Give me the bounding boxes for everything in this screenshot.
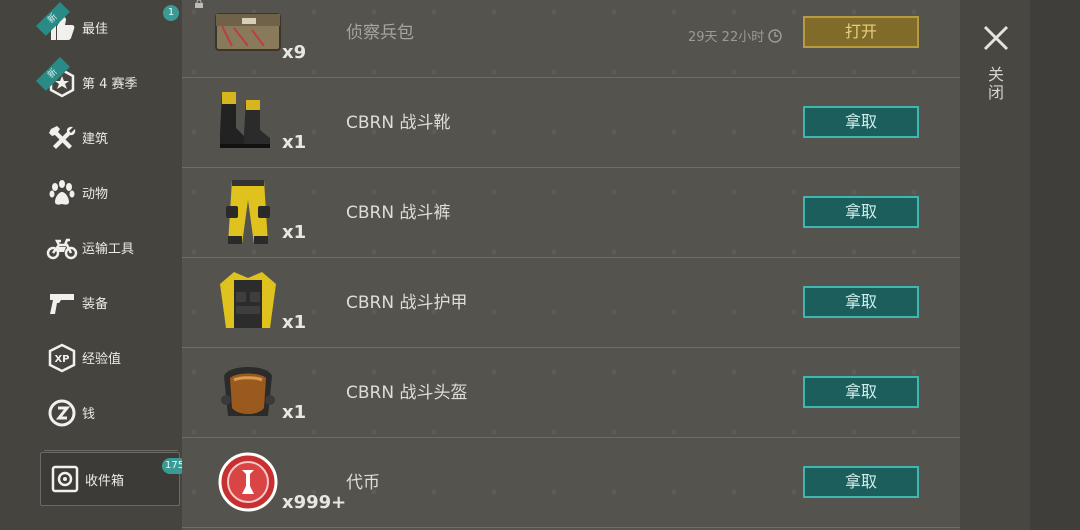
sidebar-item-label: 经验值 bbox=[82, 352, 122, 367]
list-item: x1 CBRN 战斗裤 拿取 bbox=[182, 168, 960, 258]
pants-icon bbox=[212, 176, 284, 248]
category-sidebar: 最佳 新 1 第 4 赛季 新 建筑 动物 运输工具 装备 XP 经验值 钱 收… bbox=[0, 0, 188, 530]
clock-icon bbox=[768, 28, 782, 43]
sidebar-item-inbox[interactable]: 收件箱 bbox=[40, 452, 180, 506]
motorcycle-icon bbox=[46, 232, 78, 264]
inbox-list: x9 侦察兵包 29天 22小时 打开 x1 CBRN 战斗靴 拿取 x1 CB… bbox=[182, 0, 960, 530]
paw-icon bbox=[46, 177, 78, 209]
item-quantity: x1 bbox=[282, 132, 307, 153]
item-quantity: x1 bbox=[282, 312, 307, 333]
take-button[interactable]: 拿取 bbox=[803, 466, 919, 498]
close-label[interactable]: 关闭 bbox=[984, 66, 1006, 102]
sidebar-item-xp[interactable]: XP 经验值 bbox=[0, 330, 182, 385]
take-button[interactable]: 拿取 bbox=[803, 376, 919, 408]
take-button[interactable]: 拿取 bbox=[803, 196, 919, 228]
item-name: CBRN 战斗靴 bbox=[346, 113, 451, 133]
sidebar-item-money[interactable]: 钱 bbox=[0, 385, 182, 440]
armor-vest-icon bbox=[212, 266, 284, 338]
boots-icon bbox=[212, 86, 284, 158]
sidebar-item-vehicles[interactable]: 运输工具 bbox=[0, 220, 182, 275]
take-button[interactable]: 拿取 bbox=[803, 106, 919, 138]
sidebar-item-label: 建筑 bbox=[82, 132, 109, 147]
token-cap-icon bbox=[212, 446, 284, 518]
coin-icon bbox=[46, 397, 78, 429]
list-item: x9 侦察兵包 29天 22小时 打开 bbox=[182, 0, 960, 78]
list-item: x1 CBRN 战斗护甲 拿取 bbox=[182, 258, 960, 348]
lock-icon bbox=[195, 0, 203, 8]
item-name: 代币 bbox=[346, 473, 380, 493]
sidebar-item-label: 钱 bbox=[82, 407, 96, 422]
sidebar-divider bbox=[44, 450, 178, 451]
item-quantity: x1 bbox=[282, 222, 307, 243]
notification-badge: 1 bbox=[163, 5, 179, 21]
open-button[interactable]: 打开 bbox=[803, 16, 919, 48]
sidebar-item-label: 运输工具 bbox=[82, 242, 135, 257]
close-icon[interactable] bbox=[982, 24, 1010, 52]
sidebar-item-label: 最佳 bbox=[82, 22, 109, 37]
sidebar-item-label: 收件箱 bbox=[85, 473, 125, 489]
pistol-icon bbox=[46, 287, 78, 319]
item-quantity: x999+ bbox=[282, 492, 347, 513]
sidebar-item-equipment[interactable]: 装备 bbox=[0, 275, 182, 330]
item-name: CBRN 战斗护甲 bbox=[346, 293, 468, 313]
close-panel[interactable]: 关闭 bbox=[960, 0, 1030, 530]
sidebar-item-animals[interactable]: 动物 bbox=[0, 165, 182, 220]
item-name: 侦察兵包 bbox=[346, 23, 414, 43]
list-item: x1 CBRN 战斗靴 拿取 bbox=[182, 78, 960, 168]
item-quantity: x1 bbox=[282, 402, 307, 423]
list-item: x1 CBRN 战斗头盔 拿取 bbox=[182, 348, 960, 438]
item-quantity: x9 bbox=[282, 42, 307, 63]
take-button[interactable]: 拿取 bbox=[803, 286, 919, 318]
svg-text:XP: XP bbox=[54, 354, 69, 365]
helmet-icon bbox=[212, 356, 284, 428]
xp-icon: XP bbox=[46, 342, 78, 374]
sidebar-item-season[interactable]: 第 4 赛季 bbox=[0, 55, 182, 110]
timer-text: 29天 22小时 bbox=[688, 30, 765, 45]
expiry-timer: 29天 22小时 bbox=[688, 26, 782, 45]
inbox-safe-icon bbox=[49, 463, 81, 495]
list-item: x999+ 代币 拿取 bbox=[182, 438, 960, 528]
sidebar-item-label: 第 4 赛季 bbox=[82, 77, 138, 92]
sidebar-item-building[interactable]: 建筑 bbox=[0, 110, 182, 165]
hammer-wrench-icon bbox=[46, 122, 78, 154]
item-name: CBRN 战斗裤 bbox=[346, 203, 451, 223]
sidebar-item-label: 装备 bbox=[82, 297, 109, 312]
sidebar-item-best[interactable]: 最佳 bbox=[0, 0, 182, 55]
right-edge-panel bbox=[1030, 0, 1080, 530]
item-name: CBRN 战斗头盔 bbox=[346, 383, 468, 403]
crate-icon bbox=[212, 0, 284, 68]
sidebar-item-label: 动物 bbox=[82, 187, 109, 202]
